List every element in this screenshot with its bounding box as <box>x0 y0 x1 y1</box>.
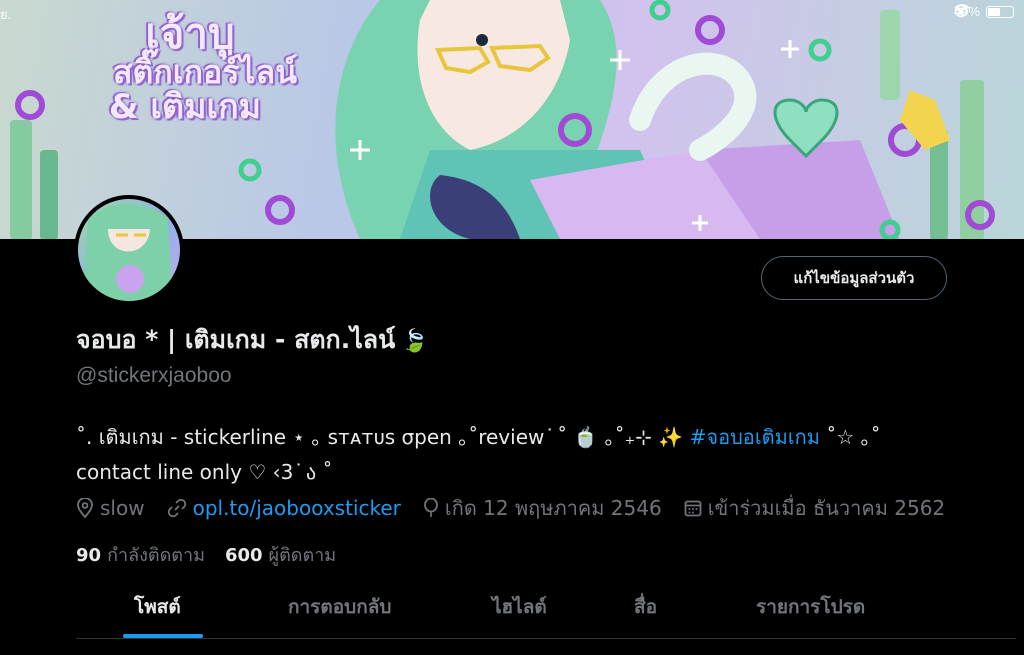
status-bar-right: 49% <box>954 4 1014 19</box>
banner-title-line-3: & เติมเกม <box>108 86 262 127</box>
tab-media[interactable]: สื่อ <box>634 592 657 622</box>
location-text: slow <box>100 496 145 520</box>
status-time: ย. <box>0 7 12 22</box>
profile-bio: ˚. เติมเกม - stickerline ⋆ ｡ ꜱᴛᴀᴛᴜꜱ σpen… <box>76 420 976 490</box>
birthday-text: เกิด 12 พฤษภาคม 2546 <box>444 496 662 520</box>
battery-icon <box>986 5 1014 18</box>
orientation-lock-icon <box>954 4 968 18</box>
display-name-text: จอบอ * | เติมเกม - สตก.ไลน์ <box>76 325 396 354</box>
followers-count: 600 <box>224 545 263 566</box>
followers-link[interactable]: 600 ผู้ติดตาม <box>225 540 336 569</box>
calendar-icon <box>684 500 702 517</box>
banner-title: เจ้าบู สติ๊กเกอร์ไลน์ & เติมเกม <box>40 11 370 125</box>
joined-text: เข้าร่วมเมื่อ ธันวาคม 2562 <box>707 496 946 520</box>
follow-stats: 90 กำลังติดตาม 600 ผู้ติดตาม <box>76 540 336 569</box>
balloon-icon <box>423 498 438 517</box>
bio-line-2: contact line only ♡ ‹3 ͘ ა ˚ <box>76 460 333 484</box>
active-tab-indicator <box>123 634 203 638</box>
profile-meta: slow opl.to/jaobooxsticker เกิด 12 พฤษภา… <box>76 492 967 524</box>
banner-title-line-1: เจ้าบู <box>145 9 235 58</box>
edit-profile-button[interactable]: แก้ไขข้อมูลส่วนตัว <box>761 256 947 300</box>
location-item: slow <box>76 496 145 520</box>
tab-replies[interactable]: การตอบกลับ <box>288 592 391 622</box>
location-pin-icon <box>77 498 93 518</box>
bio-text-1-end: ˚☆ ｡˚ <box>826 425 881 449</box>
banner-title-line-2: สติ๊กเกอร์ไลน์ <box>113 53 297 92</box>
user-handle: @stickerxjaoboo <box>76 364 232 387</box>
display-name: จอบอ * | เติมเกม - สตก.ไลน์ 🍃 <box>76 320 429 360</box>
link-icon <box>167 498 186 518</box>
following-link[interactable]: 90 กำลังติดตาม <box>76 540 205 569</box>
bio-hashtag-link[interactable]: #จอบอเติมเกม <box>690 425 820 449</box>
tab-posts[interactable]: โพสต์ <box>134 592 181 622</box>
profile-tabs: โพสต์ การตอบกลับ ไฮไลต์ สื่อ รายการโปรด <box>76 586 1016 639</box>
tab-likes[interactable]: รายการโปรด <box>756 592 865 622</box>
avatar-image <box>78 199 180 301</box>
link-item: opl.to/jaobooxsticker <box>167 496 401 520</box>
tab-highlights[interactable]: ไฮไลต์ <box>492 592 547 622</box>
followers-label: ผู้ติดตาม <box>268 545 337 566</box>
birthday-item: เกิด 12 พฤษภาคม 2546 <box>423 492 662 524</box>
profile-link[interactable]: opl.to/jaobooxsticker <box>193 496 401 520</box>
bio-text-1: ˚. เติมเกม - stickerline ⋆ ｡ ꜱᴛᴀᴛᴜꜱ σpen… <box>76 425 684 449</box>
following-count: 90 <box>76 545 102 566</box>
joined-item: เข้าร่วมเมื่อ ธันวาคม 2562 <box>684 492 945 524</box>
following-label: กำลังติดตาม <box>107 545 205 566</box>
bio-line-1: ˚. เติมเกม - stickerline ⋆ ｡ ꜱᴛᴀᴛᴜꜱ σpen… <box>76 420 976 455</box>
avatar[interactable] <box>74 195 184 305</box>
leaf-emoji: 🍃 <box>401 329 429 354</box>
